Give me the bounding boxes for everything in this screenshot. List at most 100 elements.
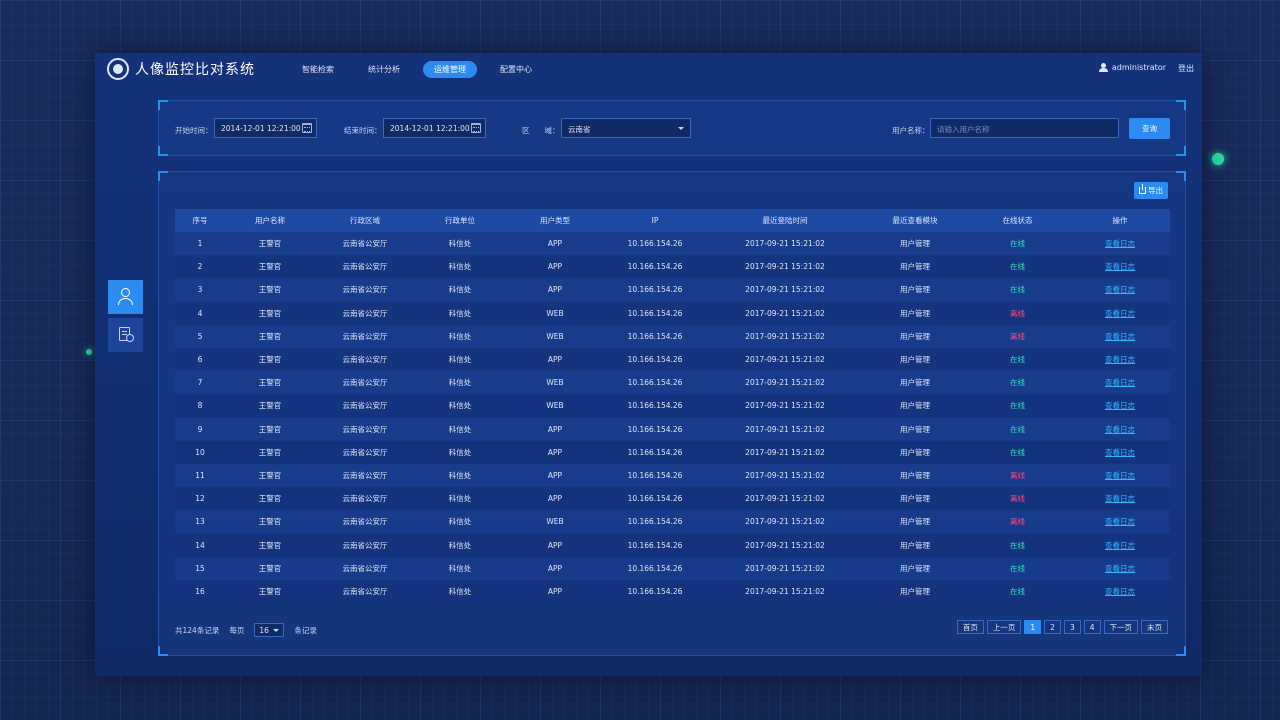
status-badge: 离线: [1010, 494, 1025, 504]
table-row: 8 王警官 云南省公安厅 科信处 WEB 10.166.154.26 2017-09-21 …: [175, 394, 1170, 418]
view-log-link[interactable]: 查看日志: [1070, 510, 1170, 533]
username-input[interactable]: 请输入用户名称: [930, 118, 1119, 138]
cell-time: 2017-09-21 15:21:02: [745, 285, 825, 295]
page-button-1[interactable]: 1: [1024, 620, 1042, 634]
query-button[interactable]: 查询: [1129, 118, 1170, 139]
cell-name: 王警官: [258, 331, 282, 341]
table-row: 6 王警官 云南省公安厅 科信处 APP 10.166.154.26 2017-09-21 …: [175, 347, 1170, 372]
cell-ip: 10.166.154.26: [627, 586, 683, 596]
page-button-3[interactable]: 3: [1063, 620, 1081, 634]
view-log-link[interactable]: 查看日志: [1070, 325, 1170, 348]
cell-unit: 科信处: [448, 540, 472, 550]
next-page-button[interactable]: 下一页: [1103, 620, 1138, 634]
cell-time: 2017-09-21 15:21:02: [745, 517, 825, 527]
view-log-link[interactable]: 查看日志: [1070, 394, 1170, 417]
view-log-link[interactable]: 查看日志: [1070, 418, 1170, 441]
table-row: 10 王警官 云南省公安厅 科信处 APP 10.166.154.26 2017-09-21…: [175, 440, 1170, 464]
export-button[interactable]: 导出: [1134, 182, 1168, 199]
cell-module: 用户管理: [900, 355, 930, 365]
logout-button[interactable]: 登出: [1178, 63, 1194, 74]
start-time-input[interactable]: 2014-12-01 12:21:00: [214, 118, 317, 138]
calendar-icon[interactable]: [302, 123, 312, 133]
cell-module: 用户管理: [900, 378, 930, 388]
cell-type: APP: [547, 447, 563, 457]
cell-module: 用户管理: [900, 308, 930, 318]
table-row: 1 王警官 云南省公安厅 科信处 APP 10.166.154.26 2017-09-21 …: [175, 232, 1170, 256]
cell-ip: 10.166.154.26: [627, 494, 683, 504]
cell-no: 14: [195, 540, 205, 550]
status-badge: 在线: [1010, 401, 1025, 411]
cell-type: APP: [547, 239, 563, 249]
view-log-link[interactable]: 查看日志: [1070, 302, 1170, 325]
view-log-link[interactable]: 查看日志: [1070, 533, 1170, 556]
records-label: 条记录: [294, 625, 317, 635]
cell-unit: 科信处: [448, 586, 472, 596]
cell-region: 云南省公安厅: [342, 355, 388, 365]
first-page-button[interactable]: 首页: [956, 620, 984, 634]
current-user[interactable]: administrator: [1098, 63, 1166, 72]
status-badge: 离线: [1010, 331, 1025, 341]
view-log-link[interactable]: 查看日志: [1070, 464, 1170, 487]
page-button-2[interactable]: 2: [1044, 620, 1061, 634]
view-log-link[interactable]: 查看日志: [1070, 348, 1170, 371]
cell-module: 用户管理: [900, 331, 930, 341]
cell-no: 9: [197, 424, 203, 434]
cell-time: 2017-09-21 15:21:02: [745, 262, 825, 272]
cell-no: 5: [197, 331, 203, 341]
table-row: 14 王警官 云南省公安厅 科信处 APP 10.166.154.26 2017-09-21…: [175, 533, 1170, 557]
chevron-down-icon: [678, 127, 684, 130]
view-log-link[interactable]: 查看日志: [1070, 557, 1170, 580]
cell-ip: 10.166.154.26: [627, 239, 683, 249]
cell-unit: 科信处: [448, 494, 472, 504]
cell-ip: 10.166.154.26: [627, 563, 683, 573]
cell-name: 王警官: [258, 424, 282, 434]
table-row: 4 王警官 云南省公安厅 科信处 WEB 10.166.154.26 2017-09-21 …: [175, 301, 1170, 325]
column-header: 行政区域: [315, 209, 415, 232]
nav-item-1[interactable]: 统计分析: [357, 61, 411, 78]
cell-type: APP: [547, 540, 563, 550]
view-log-link[interactable]: 查看日志: [1070, 255, 1170, 278]
decor-dot-left: [86, 349, 92, 355]
page-size-select[interactable]: 16: [254, 623, 285, 637]
view-log-link[interactable]: 查看日志: [1070, 278, 1170, 301]
column-header: 在线状态: [965, 209, 1070, 232]
cell-ip: 10.166.154.26: [627, 355, 683, 365]
sidebar-user-management[interactable]: [108, 280, 143, 314]
cell-unit: 科信处: [448, 331, 472, 341]
cell-unit: 科信处: [448, 563, 472, 573]
status-badge: 离线: [1010, 517, 1025, 527]
view-log-link[interactable]: 查看日志: [1070, 371, 1170, 394]
cell-name: 王警官: [258, 586, 282, 596]
region-select[interactable]: 云南省: [561, 118, 691, 138]
view-log-link[interactable]: 查看日志: [1070, 441, 1170, 464]
view-log-link[interactable]: 查看日志: [1070, 580, 1170, 603]
cell-name: 王警官: [258, 285, 282, 295]
cell-module: 用户管理: [900, 540, 930, 550]
end-time-value: 2014-12-01 12:21:00: [390, 124, 470, 133]
status-badge: 在线: [1010, 540, 1025, 550]
last-page-button[interactable]: 末页: [1141, 620, 1168, 634]
end-time-input[interactable]: 2014-12-01 12:21:00: [383, 118, 486, 138]
cell-type: APP: [547, 563, 563, 573]
cell-name: 王警官: [258, 447, 282, 457]
nav-item-2[interactable]: 运维管理: [423, 61, 477, 78]
cell-name: 王警官: [258, 308, 282, 318]
sidebar-settings-log[interactable]: [108, 318, 143, 352]
cell-ip: 10.166.154.26: [627, 447, 683, 457]
view-log-link[interactable]: 查看日志: [1070, 487, 1170, 510]
app-window: 人像监控比对系统 智能检索 统计分析 运维管理 配置中心 administrator …: [95, 53, 1202, 676]
view-log-link[interactable]: 查看日志: [1070, 232, 1170, 255]
nav-item-0[interactable]: 智能检索: [291, 61, 345, 78]
cell-region: 云南省公安厅: [342, 239, 388, 249]
column-header: 操作: [1070, 209, 1170, 232]
nav-item-3[interactable]: 配置中心: [489, 61, 543, 78]
cell-module: 用户管理: [900, 563, 930, 573]
page-button-4[interactable]: 4: [1083, 620, 1101, 634]
status-badge: 在线: [1010, 424, 1025, 434]
cell-module: 用户管理: [900, 262, 930, 272]
status-badge: 在线: [1010, 239, 1025, 249]
prev-page-button[interactable]: 上一页: [986, 620, 1022, 634]
calendar-icon[interactable]: [471, 123, 481, 133]
cell-ip: 10.166.154.26: [627, 285, 683, 295]
region-label: 区 域：: [522, 126, 560, 135]
